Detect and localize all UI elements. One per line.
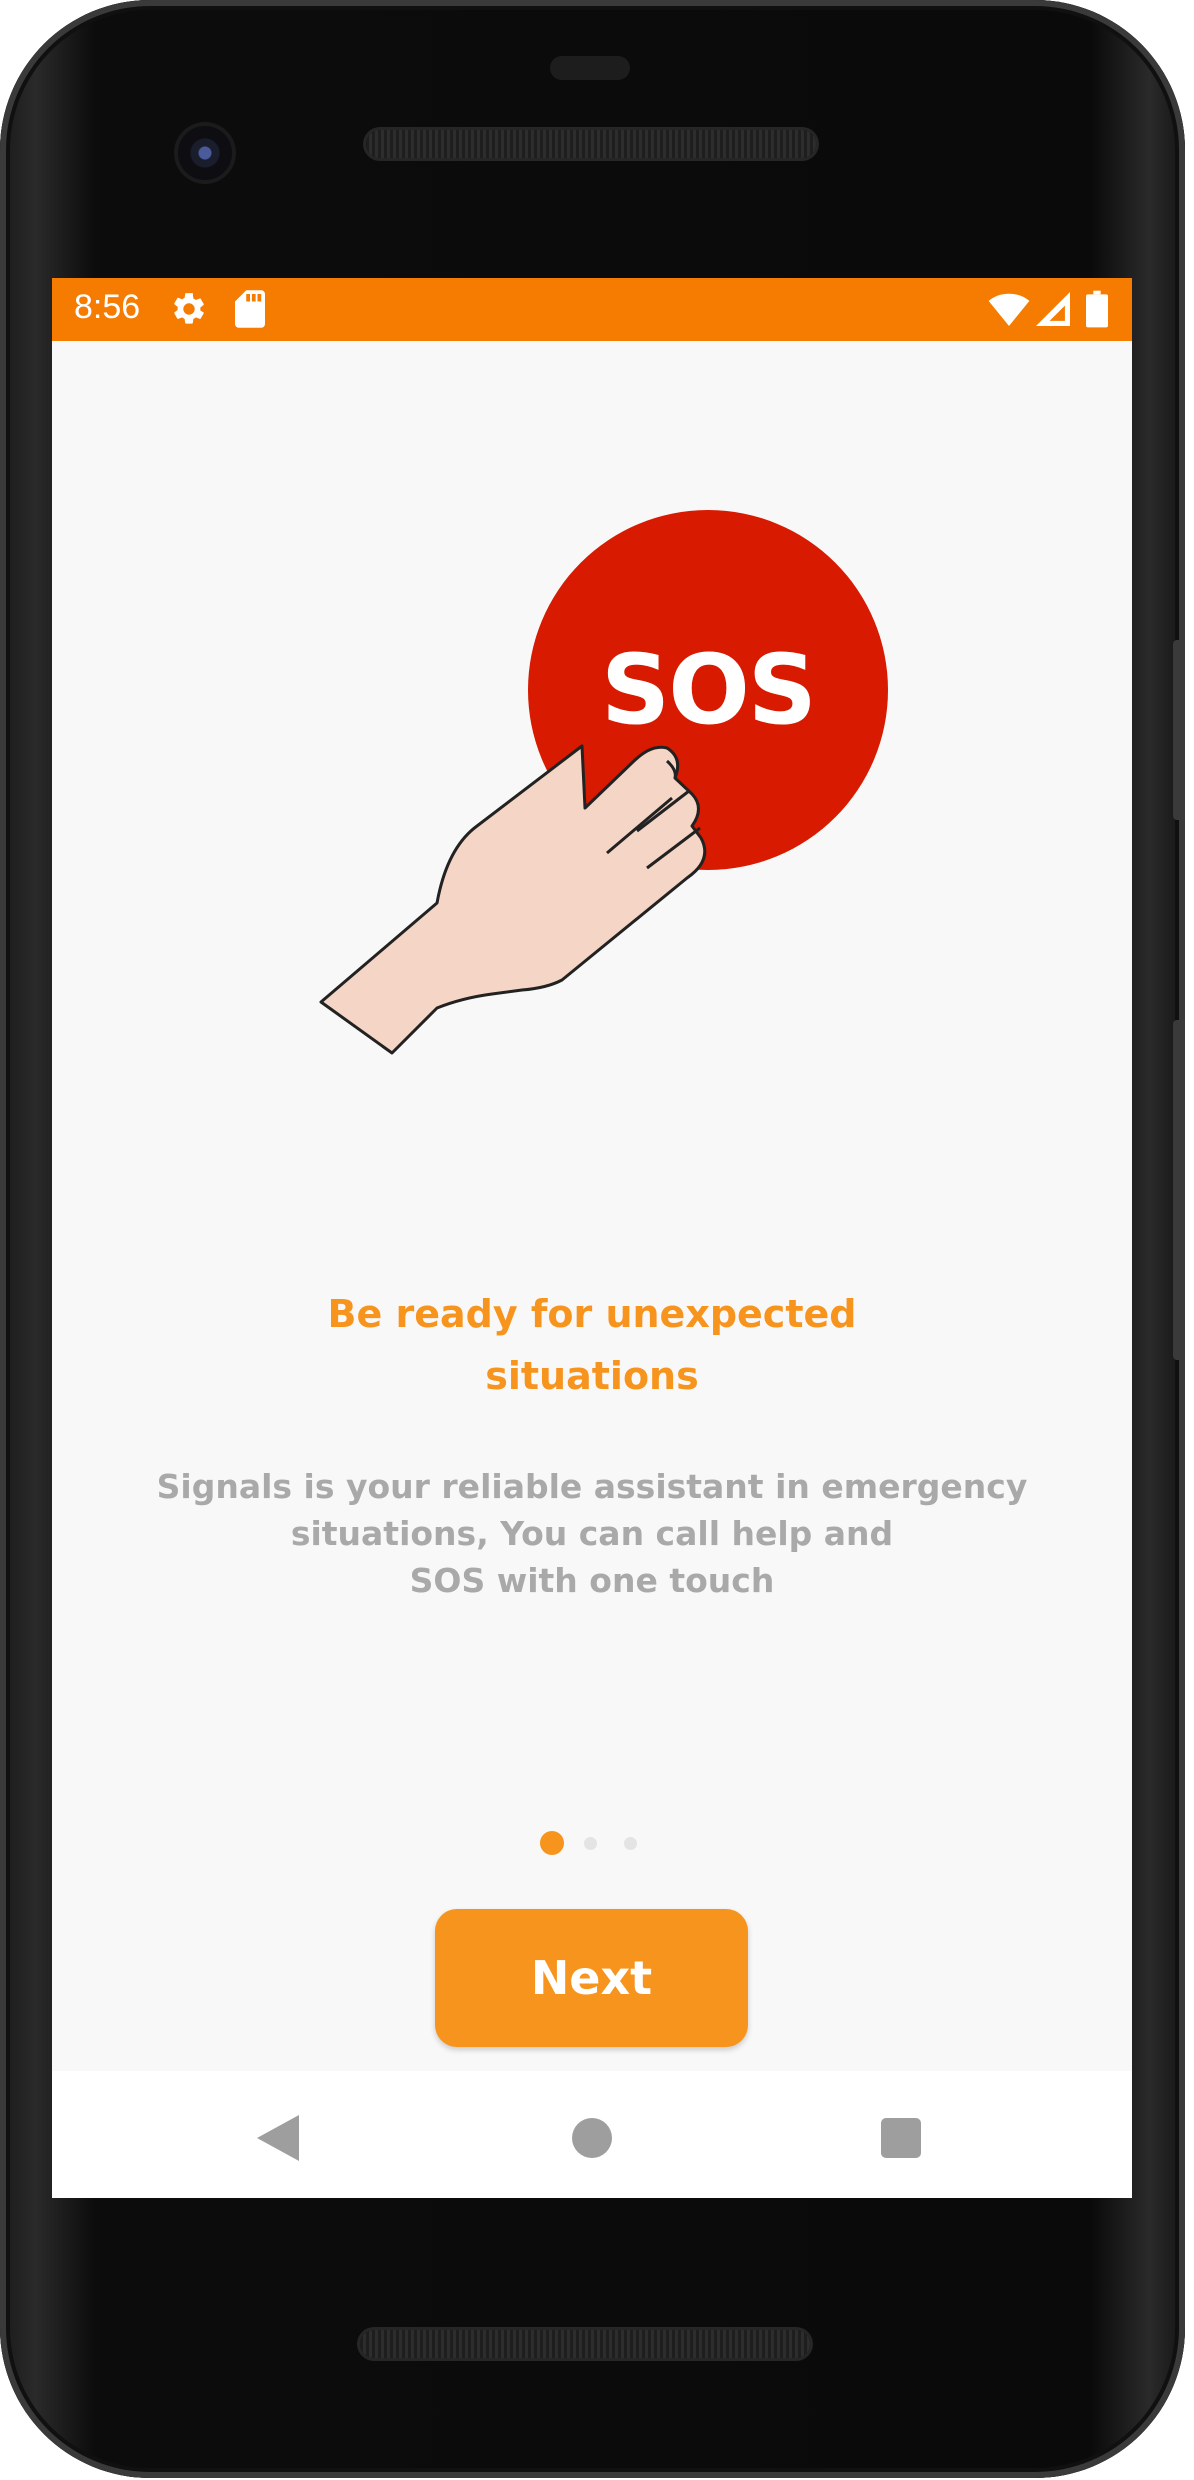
sd-card-icon bbox=[235, 290, 265, 328]
status-bar: 8:56 bbox=[52, 278, 1132, 341]
page-indicator bbox=[52, 1831, 1132, 1861]
volume-button bbox=[1173, 1020, 1185, 1360]
onboarding-title: Be ready for unexpected situations bbox=[52, 1283, 1132, 1407]
proximity-sensor bbox=[550, 56, 630, 80]
earpiece-speaker bbox=[366, 130, 816, 158]
sos-hand-illustration: SOS bbox=[319, 510, 888, 1055]
settings-icon bbox=[174, 293, 204, 324]
power-button bbox=[1173, 640, 1185, 820]
page-dot-3[interactable] bbox=[624, 1837, 637, 1850]
navigation-bar bbox=[52, 2071, 1132, 2198]
page-dot-2[interactable] bbox=[584, 1837, 597, 1850]
back-icon[interactable] bbox=[257, 2115, 299, 2161]
hand-icon bbox=[319, 744, 707, 1055]
sos-illustration-label: SOS bbox=[601, 634, 815, 746]
wifi-icon bbox=[988, 293, 1030, 326]
battery-icon bbox=[1086, 290, 1108, 328]
title-line-1: Be ready for unexpected bbox=[327, 1292, 857, 1336]
title-line-2: situations bbox=[485, 1354, 699, 1398]
front-camera bbox=[178, 126, 232, 180]
phone-frame: 8:56 SOS Be ready for unexpected situati… bbox=[0, 0, 1185, 2478]
recents-icon[interactable] bbox=[881, 2118, 921, 2158]
page-dot-active[interactable] bbox=[540, 1831, 564, 1855]
next-button[interactable]: Next bbox=[435, 1909, 748, 2047]
description-line-1: Signals is your reliable assistant in em… bbox=[156, 1467, 1028, 1506]
status-time: 8:56 bbox=[74, 288, 141, 326]
description-line-2: situations, You can call help and bbox=[290, 1514, 894, 1553]
screen: 8:56 SOS Be ready for unexpected situati… bbox=[52, 278, 1132, 2198]
onboarding-description: Signals is your reliable assistant in em… bbox=[112, 1463, 1072, 1604]
description-line-3: SOS with one touch bbox=[409, 1561, 775, 1600]
home-icon[interactable] bbox=[572, 2118, 612, 2158]
cell-signal-icon bbox=[1036, 292, 1070, 326]
bottom-speaker bbox=[360, 2330, 810, 2358]
